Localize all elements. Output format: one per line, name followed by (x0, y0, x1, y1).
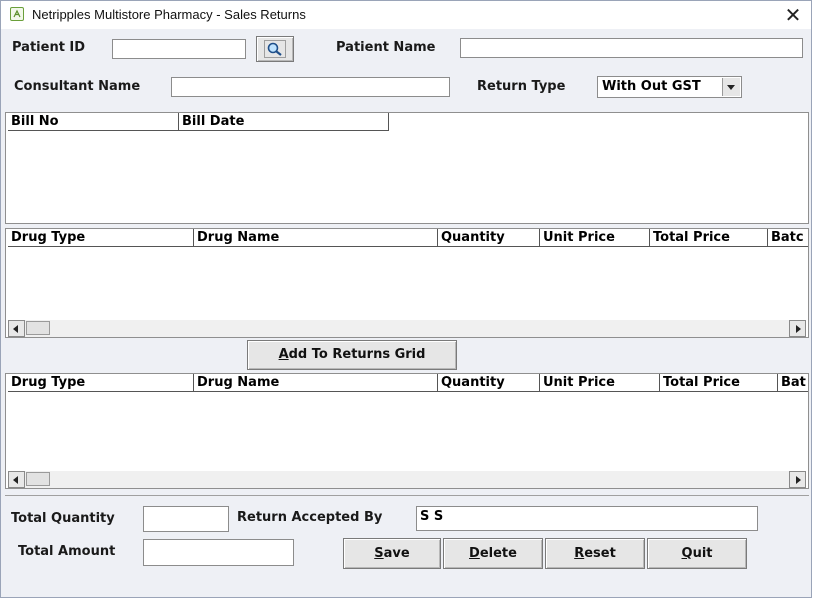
scroll-left-arrow-icon[interactable] (8, 471, 25, 488)
column-header-drug-name[interactable]: Drug Name (194, 229, 438, 247)
column-header-quantity[interactable]: Quantity (438, 229, 540, 247)
quit-accelerator: Q (681, 546, 693, 561)
bills-grid[interactable]: Bill No Bill Date (5, 112, 809, 224)
save-button[interactable]: Save (343, 538, 441, 569)
app-icon (10, 7, 24, 21)
patient-search-button[interactable] (256, 36, 294, 62)
column-header-bill-no[interactable]: Bill No (8, 113, 179, 131)
scroll-right-arrow-icon[interactable] (789, 471, 806, 488)
return-accepted-by-input[interactable]: S S (416, 506, 758, 531)
total-amount-label: Total Amount (18, 544, 116, 559)
returns-column-header-total-price[interactable]: Total Price (660, 374, 778, 392)
column-header-batch[interactable]: Batc (768, 229, 808, 247)
column-header-unit-price[interactable]: Unit Price (540, 229, 650, 247)
returns-column-header-quantity[interactable]: Quantity (438, 374, 540, 392)
return-type-value: With Out GST (602, 79, 701, 94)
total-amount-input[interactable] (143, 539, 294, 566)
sales-returns-window: Netripples Multistore Pharmacy - Sales R… (0, 0, 812, 598)
patient-name-label: Patient Name (336, 40, 436, 55)
add-button-accelerator: A (278, 347, 289, 362)
quit-label: uit (692, 546, 713, 561)
return-accepted-by-label: Return Accepted By (237, 510, 383, 525)
column-header-drug-type[interactable]: Drug Type (8, 229, 194, 247)
save-accelerator: S (374, 546, 384, 561)
return-type-select[interactable]: With Out GST (597, 76, 742, 98)
title-bar: Netripples Multistore Pharmacy - Sales R… (1, 1, 811, 29)
total-quantity-input[interactable] (143, 506, 229, 532)
drugs-grid-scrollbar[interactable] (8, 320, 806, 337)
return-type-label: Return Type (477, 79, 566, 94)
scroll-left-arrow-icon[interactable] (8, 320, 25, 337)
save-label: ave (383, 546, 410, 561)
patient-id-label: Patient ID (12, 40, 86, 55)
delete-button[interactable]: Delete (443, 538, 543, 569)
returns-column-header-unit-price[interactable]: Unit Price (540, 374, 660, 392)
scroll-thumb[interactable] (26, 321, 50, 335)
patient-name-input[interactable] (460, 38, 803, 58)
close-icon[interactable]: ✕ (781, 4, 805, 26)
scroll-right-arrow-icon[interactable] (789, 320, 806, 337)
add-button-label: dd To Returns Grid (288, 347, 426, 362)
reset-button[interactable]: Reset (545, 538, 645, 569)
consultant-name-label: Consultant Name (14, 79, 141, 94)
returns-column-header-drug-type[interactable]: Drug Type (8, 374, 194, 392)
delete-accelerator: D (469, 546, 480, 561)
reset-accelerator: R (574, 546, 585, 561)
column-header-bill-date[interactable]: Bill Date (179, 113, 389, 131)
add-to-returns-grid-button[interactable]: Add To Returns Grid (247, 340, 457, 370)
column-header-total-price[interactable]: Total Price (650, 229, 768, 247)
patient-id-input[interactable] (112, 39, 246, 59)
returns-grid-scrollbar[interactable] (8, 471, 806, 488)
reset-label: eset (584, 546, 616, 561)
returns-column-header-batch[interactable]: Bat (778, 374, 808, 392)
chevron-down-icon[interactable] (722, 78, 740, 96)
total-quantity-label: Total Quantity (11, 511, 115, 526)
returns-grid[interactable]: Drug Type Drug Name Quantity Unit Price … (5, 373, 809, 489)
search-icon (264, 40, 286, 58)
delete-label: elete (479, 546, 517, 561)
quit-button[interactable]: Quit (647, 538, 747, 569)
returns-column-header-drug-name[interactable]: Drug Name (194, 374, 438, 392)
scroll-thumb[interactable] (26, 472, 50, 486)
consultant-name-input[interactable] (171, 77, 450, 97)
window-title: Netripples Multistore Pharmacy - Sales R… (32, 7, 306, 22)
drugs-grid[interactable]: Drug Type Drug Name Quantity Unit Price … (5, 228, 809, 338)
